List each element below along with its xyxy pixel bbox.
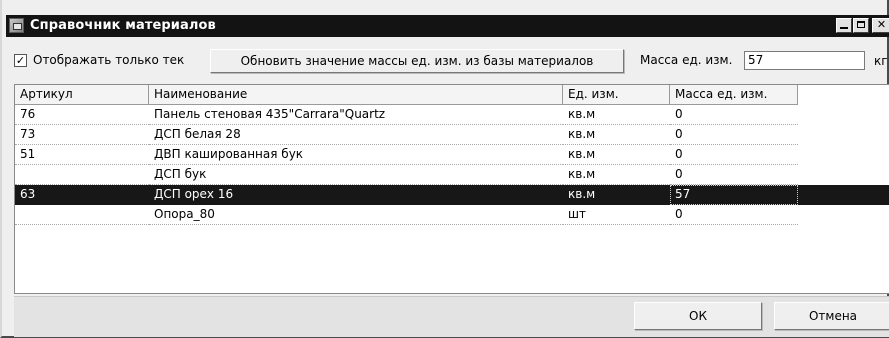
minimize-icon [840,27,848,29]
column-header-article[interactable]: Артикул [15,85,149,105]
cell-unit[interactable]: кв.м [563,165,670,185]
unit-label: кг [874,54,888,68]
cell-article[interactable]: 73 [15,125,149,145]
cell-article[interactable]: 51 [15,145,149,165]
cell-name[interactable]: Опора_80 [149,205,563,225]
cell-mass[interactable]: 0 [670,205,798,225]
cell-article[interactable]: 76 [15,105,149,125]
minimize-button[interactable] [836,18,852,33]
title-bar[interactable]: Справочник материалов ✕ [6,15,889,37]
cell-unit[interactable]: шт [563,205,670,225]
table-row[interactable]: 73 ДСП белая 28 кв.м 0 [15,125,889,145]
show-current-checkbox[interactable]: ✓ [14,54,27,67]
maximize-button[interactable] [853,18,869,33]
app-icon [9,18,24,33]
cell-article[interactable] [15,165,149,185]
cell-name[interactable]: ДСП орех 16 [149,185,563,205]
table-row[interactable]: Опора_80 шт 0 [15,205,889,225]
column-header-unit[interactable]: Ед. изм. [563,85,670,105]
column-header-mass[interactable]: Масса ед. изм. [670,85,798,105]
window-title: Справочник материалов [30,18,216,33]
cancel-button[interactable]: Отмена [774,302,889,330]
table-row[interactable]: 63 ДСП орех 16 кв.м 57 [15,185,889,205]
cell-mass[interactable]: 57 [670,185,798,205]
cell-unit[interactable]: кв.м [563,105,670,125]
cell-mass[interactable]: 0 [670,145,798,165]
materials-table[interactable]: Артикул Наименование Ед. изм. Масса ед. … [14,84,889,294]
close-button[interactable]: ✕ [872,18,889,33]
cell-unit[interactable]: кв.м [563,185,670,205]
table-header: Артикул Наименование Ед. изм. Масса ед. … [15,85,889,105]
mass-label: Масса ед. изм. [640,53,733,67]
show-current-label[interactable]: Отображать только тек [33,53,184,67]
table-row[interactable]: 76 Панель стеновая 435"Carrara"Quartz кв.м… [15,105,889,125]
ok-button[interactable]: ОК [634,302,762,330]
cell-article[interactable]: 63 [15,185,149,205]
cell-mass[interactable]: 0 [670,125,798,145]
cell-mass[interactable]: 0 [670,105,798,125]
cell-name[interactable]: ДСП белая 28 [149,125,563,145]
toolbar: ✓ Отображать только тек Обновить значени… [14,48,889,74]
column-header-name[interactable]: Наименование [149,85,563,105]
cell-name[interactable]: Панель стеновая 435"Carrara"Quartz [149,105,563,125]
materials-dialog: Справочник материалов ✕ ✓ Отображать тол… [0,0,889,338]
cell-unit[interactable]: кв.м [563,125,670,145]
cell-mass[interactable]: 0 [670,165,798,185]
dialog-footer: ОК Отмена [14,296,889,337]
cell-name[interactable]: ДСП бук [149,165,563,185]
cell-name[interactable]: ДВП кашированная бук [149,145,563,165]
table-row[interactable]: ДСП бук кв.м 0 [15,165,889,185]
refresh-mass-button[interactable]: Обновить значение массы ед. изм. из базы… [210,49,624,73]
cell-unit[interactable]: кв.м [563,145,670,165]
cell-article[interactable] [15,205,149,225]
maximize-icon [857,21,865,28]
close-icon: ✕ [876,18,887,31]
table-row[interactable]: 51 ДВП кашированная бук кв.м 0 [15,145,889,165]
mass-input[interactable]: 57 [744,51,865,70]
